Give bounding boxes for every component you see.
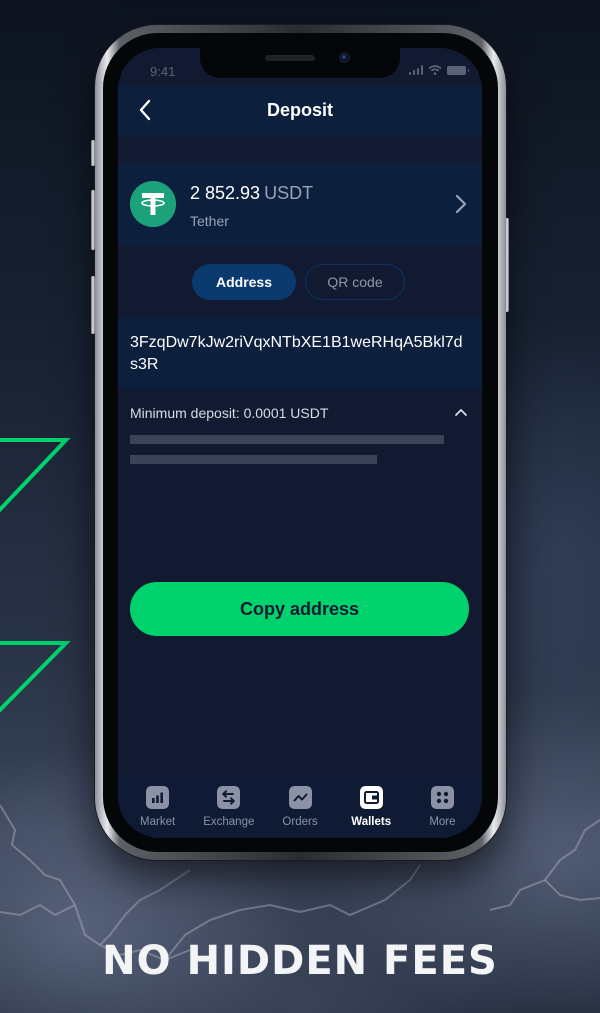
tab-label: More (429, 816, 456, 828)
currency-name: Tether (190, 213, 229, 229)
promo-headline: NO HIDDEN FEES (102, 938, 498, 984)
deposit-address[interactable]: 3FzqDw7kJw2riVqxNTbXE1B1weRHqA5Bkl7ds3R (130, 332, 470, 376)
tab-market[interactable]: Market (122, 775, 193, 838)
chevron-right-icon (455, 194, 467, 214)
green-triangles (0, 438, 71, 713)
status-time: 9:41 (150, 64, 176, 79)
balance-value: 2 852.93 (190, 183, 261, 203)
phone-notch (200, 48, 400, 78)
triangle-outline-bottom (0, 641, 71, 713)
triangle-outline-top (0, 438, 71, 513)
bottom-tab-bar: Market Exchange Orders Wallets More (118, 775, 482, 838)
chevron-up-icon[interactable] (454, 407, 468, 417)
balance-amount: 2 852.93 USDT (190, 183, 313, 204)
minimum-deposit-label: Minimum deposit: 0.0001 USDT (130, 405, 329, 421)
speaker-grille (265, 55, 315, 61)
bar-chart-icon (146, 786, 170, 809)
header-bar: Deposit (118, 85, 482, 135)
volume-down-button (91, 276, 95, 334)
volume-up-button (91, 190, 95, 250)
tab-label: Wallets (351, 816, 392, 828)
tab-more[interactable]: More (407, 775, 478, 838)
mute-switch (91, 140, 95, 166)
battery-icon (447, 65, 469, 75)
tab-orders[interactable]: Orders (264, 775, 335, 838)
placeholder-line (130, 455, 377, 464)
wallet-icon (359, 786, 383, 809)
copy-address-button[interactable]: Copy address (130, 582, 469, 636)
power-button (505, 218, 509, 312)
placeholder-line (130, 435, 444, 444)
minimum-deposit-row[interactable]: Minimum deposit: 0.0001 USDT (130, 405, 470, 423)
tether-logo-icon (130, 181, 176, 227)
app-screen: 9:41 Deposit 2 852.93 USDT Tether Addres… (118, 48, 482, 838)
signal-icon (408, 65, 423, 75)
line-chart-icon (288, 786, 312, 809)
currency-selector[interactable]: 2 852.93 USDT Tether (118, 163, 482, 245)
tab-label: Market (140, 816, 176, 828)
balance-unit: USDT (264, 183, 314, 203)
deposit-address-block: 3FzqDw7kJw2riVqxNTbXE1B1weRHqA5Bkl7ds3R (118, 318, 482, 388)
tab-label: Exchange (203, 816, 255, 828)
status-icons (408, 65, 469, 75)
tab-address[interactable]: Address (192, 264, 296, 300)
page-title: Deposit (266, 100, 333, 120)
tab-wallets[interactable]: Wallets (336, 775, 407, 838)
tab-qr-code[interactable]: QR code (305, 264, 405, 300)
tab-exchange[interactable]: Exchange (193, 775, 264, 838)
view-toggle: Address QR code (118, 264, 482, 300)
tab-label: Orders (282, 816, 318, 828)
grid-dots-icon (430, 786, 454, 809)
wifi-icon (428, 65, 442, 75)
front-camera (339, 52, 350, 63)
swap-arrows-icon (217, 786, 241, 809)
